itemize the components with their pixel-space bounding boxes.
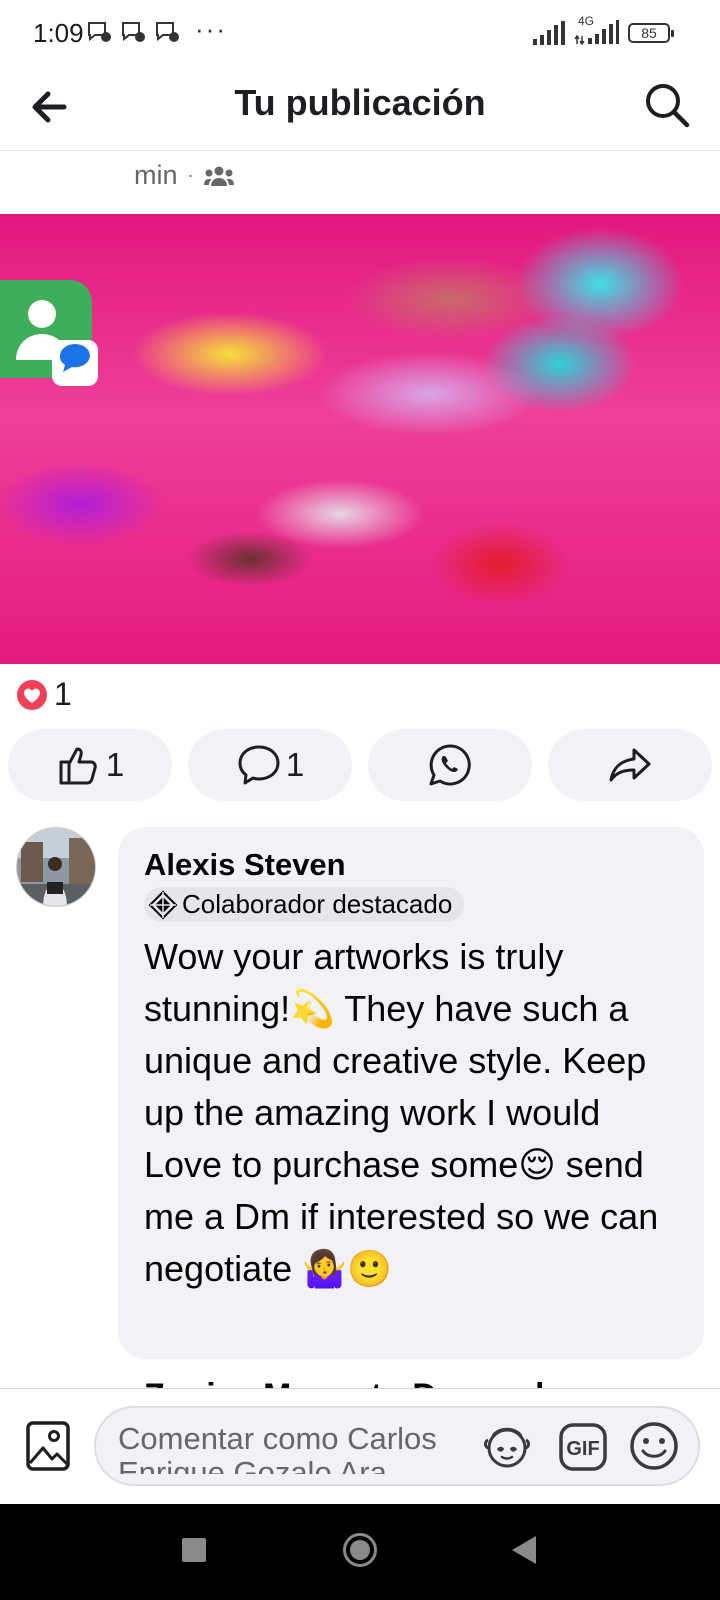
avatar-sticker-icon[interactable] [481,1420,533,1472]
comment-text: Wow your artworks is truly stunning!💫 Th… [144,935,659,1289]
next-comment-author-partial: Zonica Moncato Dananak [144,1376,554,1388]
whatsapp-icon [429,744,471,786]
messenger-notification-icon [122,22,145,42]
commenter-avatar[interactable] [16,827,96,907]
comment-count: 1 [285,746,305,783]
share-button[interactable] [548,729,712,801]
comment-input[interactable]: Comentar como Carlos Enrique Gozalo Ara … [94,1406,700,1486]
search-icon[interactable] [642,80,692,130]
system-navigation-bar [0,1504,720,1600]
friends-audience-icon[interactable] [203,165,234,187]
commenter-name[interactable]: Alexis Steven [144,845,680,885]
contacts-messages-app-icon[interactable] [0,280,100,390]
whatsapp-share-button[interactable] [368,729,532,801]
reaction-count: 1 [54,676,72,712]
more-notifications-icon: ··· [195,14,227,44]
post-image[interactable] [0,214,720,664]
share-arrow-icon [609,748,651,782]
battery-indicator: 85 [628,23,674,43]
like-count: 1 [105,746,125,783]
top-fan-badge[interactable]: Colaborador destacado [144,887,465,922]
gif-icon[interactable]: GIF [558,1422,608,1472]
post-meta: min · [134,160,234,191]
notification-icons [86,20,180,44]
reactions-summary[interactable]: 1 [16,676,72,713]
comment-icon [238,745,280,785]
post-actions: 1 1 [8,729,712,801]
network-type-label: 4G [578,14,595,28]
badge-label: Colaborador destacado [182,889,453,919]
thumbs-up-icon [59,747,97,785]
app-header: Tu publicación [0,68,720,151]
messenger-notification-icon [88,22,111,42]
signal-icon [533,21,565,45]
status-bar: 1:09 ··· 4G 85 [0,0,720,68]
like-button[interactable]: 1 [8,729,172,801]
battery-level: 85 [641,25,657,41]
love-reaction-icon [17,679,47,710]
meta-separator: · [187,165,194,185]
back-button-icon[interactable] [508,1534,538,1566]
status-time: 1:09 [33,18,84,48]
emoji-icon[interactable] [628,1420,680,1472]
commenter-photo [17,828,95,906]
recents-button-icon[interactable] [182,1538,206,1562]
home-button-icon[interactable] [342,1532,378,1568]
comment-input-placeholder: Comentar como Carlos Enrique Gozalo Ara [118,1422,437,1474]
contributor-badge-icon [148,890,178,919]
system-indicators: 4G 85 [532,14,674,48]
post-time: min [134,160,178,190]
page-title: Tu publicación [234,82,486,123]
comment-button[interactable]: 1 [188,729,352,801]
mobile-data-indicator: 4G [574,14,620,48]
comment-bubble[interactable]: Alexis Steven Colaborador destacado Wow … [118,827,704,1359]
messenger-notification-icon [156,22,179,42]
svg-text:GIF: GIF [566,1438,599,1460]
comment-composer: Comentar como Carlos Enrique Gozalo Ara … [0,1389,720,1504]
photo-icon[interactable] [24,1419,72,1473]
